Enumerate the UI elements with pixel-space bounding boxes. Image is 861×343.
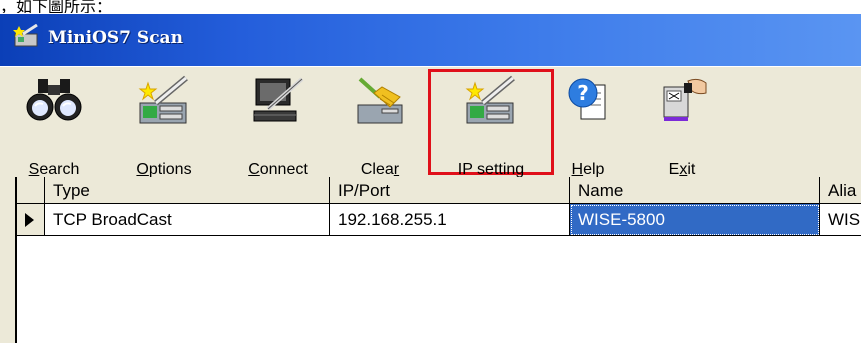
toolbar: Search Options Connect Clear IP setting … <box>0 66 861 178</box>
cell-ip-port[interactable]: 192.168.255.1 <box>330 204 570 236</box>
exit-button[interactable]: Exit <box>650 75 714 178</box>
search-button[interactable]: Search <box>18 75 90 178</box>
title-bar[interactable]: MiniOS7 Scan <box>0 14 861 66</box>
exit-door-icon <box>663 78 707 121</box>
cell-alias[interactable]: WIS <box>820 204 861 236</box>
current-row-arrow-icon <box>25 213 34 227</box>
column-header-alias[interactable]: Alia <box>820 177 861 204</box>
cell-name[interactable]: WISE-5800 <box>570 204 820 236</box>
ip-setting-button[interactable]: IP setting <box>436 75 546 178</box>
connect-button[interactable]: Connect <box>234 75 322 178</box>
row-indicator[interactable] <box>17 204 45 236</box>
svg-text:?: ? <box>577 81 589 105</box>
binoculars-icon <box>26 79 82 121</box>
page-caption: ，如下圖所示： <box>0 0 113 13</box>
column-header-name[interactable]: Name <box>570 177 820 204</box>
clear-button[interactable]: Clear <box>344 75 416 178</box>
row-indicator-header <box>17 177 45 204</box>
window-title: MiniOS7 Scan <box>48 28 183 48</box>
device-grid[interactable]: Type IP/Port Name Alia TCP BroadCast 192… <box>15 177 861 343</box>
computer-connect-icon <box>253 77 304 122</box>
help-book-icon: ? <box>568 78 606 120</box>
column-header-ip-port[interactable]: IP/Port <box>330 177 570 204</box>
module-wand-icon <box>465 75 515 124</box>
column-header-type[interactable]: Type <box>45 177 330 204</box>
options-button[interactable]: Options <box>124 75 204 178</box>
cell-type[interactable]: TCP BroadCast <box>45 204 330 236</box>
miniOS7-scan-window: MiniOS7 Scan Search Options Connect Clea… <box>0 14 861 343</box>
module-wand-icon <box>138 75 188 124</box>
broom-icon <box>357 77 403 124</box>
help-button[interactable]: ? Help <box>556 75 620 178</box>
app-icon <box>13 24 38 47</box>
